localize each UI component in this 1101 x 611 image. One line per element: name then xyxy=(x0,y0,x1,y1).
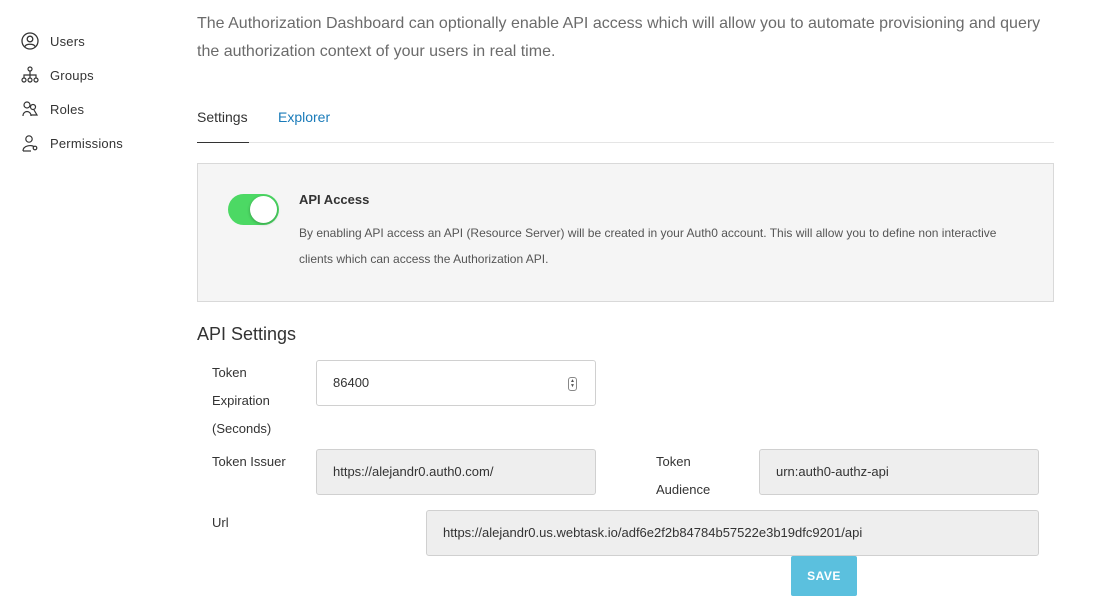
tab-explorer[interactable]: Explorer xyxy=(278,104,330,143)
sidebar: Users Groups Roles Permissions xyxy=(0,0,180,611)
hierarchy-icon xyxy=(20,65,40,85)
token-audience-label: Token Audience xyxy=(656,454,711,497)
sidebar-item-label: Groups xyxy=(50,67,94,83)
tab-settings[interactable]: Settings xyxy=(197,104,249,143)
token-expiration-input[interactable]: 86400 ▲ ▼ xyxy=(316,360,596,406)
token-expiration-value: 86400 xyxy=(333,375,370,390)
roles-icon xyxy=(20,99,40,119)
sidebar-item-roles[interactable]: Roles xyxy=(20,97,84,121)
user-circle-icon xyxy=(20,31,40,51)
person-key-icon xyxy=(20,133,40,153)
sidebar-item-label: Roles xyxy=(50,101,85,117)
sidebar-item-users[interactable]: Users xyxy=(20,29,85,53)
api-access-description: By enabling API access an API (Resource … xyxy=(299,226,997,266)
token-expiration-label: Token Expiration (Seconds) xyxy=(212,365,272,436)
sidebar-item-label: Permissions xyxy=(50,135,123,151)
token-issuer-field[interactable]: https://alejandr0.auth0.com/ xyxy=(316,449,596,495)
save-button[interactable]: SAVE xyxy=(791,556,857,596)
sidebar-item-groups[interactable]: Groups xyxy=(20,63,94,87)
token-audience-field[interactable]: urn:auth0-authz-api xyxy=(759,449,1039,495)
api-access-title: API Access xyxy=(299,192,370,207)
toggle-knob xyxy=(250,196,277,223)
api-access-panel: API Access By enabling API access an API… xyxy=(197,163,1054,302)
url-field[interactable]: https://alejandr0.us.webtask.io/adf6e2f2… xyxy=(426,510,1039,556)
sidebar-item-permissions[interactable]: Permissions xyxy=(20,131,123,155)
token-issuer-label: Token Issuer xyxy=(212,454,286,469)
api-settings-title: API Settings xyxy=(197,324,297,344)
api-access-toggle[interactable] xyxy=(228,194,279,225)
sidebar-item-label: Users xyxy=(50,33,85,49)
number-stepper-icon[interactable]: ▲ ▼ xyxy=(568,377,577,391)
url-label: Url xyxy=(212,515,229,530)
tab-bar: Settings Explorer xyxy=(197,104,1054,143)
intro-text: The Authorization Dashboard can optional… xyxy=(197,15,1041,60)
